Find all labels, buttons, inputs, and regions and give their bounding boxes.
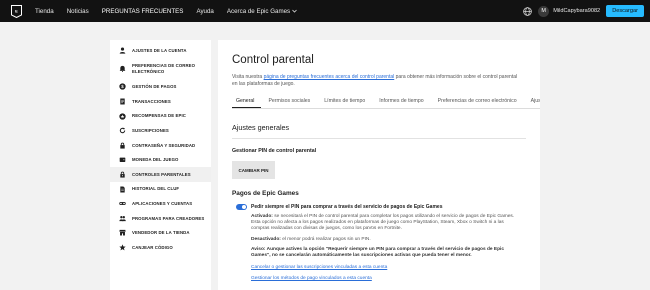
link-icon <box>118 200 126 208</box>
nav-help[interactable]: Ayuda <box>196 8 213 15</box>
activated-text: se necesitará el PIN de control parental… <box>251 214 515 232</box>
tab-bar: General Permisos sociales Límites de tie… <box>232 94 540 109</box>
receipt-icon <box>118 97 126 105</box>
sidebar-item-label: TRANSACCIONES <box>132 98 171 104</box>
sidebar-item-email-preferences[interactable]: PREFERENCIAS DE CORREO ELECTRÓNICO <box>110 58 211 80</box>
change-pin-button[interactable]: CAMBIAR PIN <box>232 161 275 179</box>
warning-text: Aunque actives la opción "Requerir siemp… <box>251 246 505 259</box>
top-navigation-bar: E Tienda Noticias PREGUNTAS FRECUENTES A… <box>0 0 650 22</box>
manage-subscriptions-link[interactable]: Cancelar o gestionar las suscripciones v… <box>251 265 540 270</box>
avatar[interactable]: M <box>538 5 550 17</box>
require-pin-toggle[interactable] <box>236 204 247 210</box>
deactivated-text: el menor podrá realizar pagos sin un PIN… <box>280 236 371 242</box>
sidebar-item-label: GESTIÓN DE PAGOS <box>132 84 177 90</box>
sidebar-item-label: AJUSTES DE LA CUENTA <box>132 47 187 53</box>
username[interactable]: MildCapybara9082 <box>553 8 600 14</box>
tab-general[interactable]: General <box>232 98 262 108</box>
require-pin-label: Pedir siempre el PIN para comprar a trav… <box>251 204 443 210</box>
nav-store[interactable]: Tienda <box>35 8 54 15</box>
nav-faq[interactable]: PREGUNTAS FRECUENTES <box>102 8 184 15</box>
deactivated-description: Desactivado: el menor podrá realizar pag… <box>251 237 523 243</box>
sidebar-item-label: APLICACIONES Y CUENTAS <box>132 200 193 206</box>
warning-label: Aviso: <box>251 246 266 252</box>
nav-news[interactable]: Noticias <box>67 8 89 15</box>
tab-settings[interactable]: Ajust <box>524 98 540 108</box>
epic-games-logo-icon[interactable]: E <box>9 4 23 18</box>
sidebar-item-game-currency[interactable]: MONEDA DEL JUEGO <box>110 153 211 168</box>
sidebar-item-transactions[interactable]: TRANSACCIONES <box>110 94 211 109</box>
sidebar-item-account-settings[interactable]: AJUSTES DE LA CUENTA <box>110 43 211 58</box>
sidebar-item-payment-management[interactable]: $ GESTIÓN DE PAGOS <box>110 80 211 95</box>
payments-title: Pagos de Epic Games <box>232 190 299 197</box>
tab-time-reports[interactable]: Informes de tiempo <box>372 98 430 108</box>
intro-before: Visita nuestra <box>232 74 264 80</box>
star-icon <box>118 243 126 251</box>
wallet-icon <box>118 156 126 164</box>
sidebar-item-label: PROGRAMAS PARA CREADORES <box>132 215 205 221</box>
manage-payment-methods-link[interactable]: Gestionar los métodos de pago vinculados… <box>251 276 540 281</box>
sidebar-item-store-seller[interactable]: VENDEDOR DE LA TIENDA <box>110 226 211 241</box>
store-icon <box>118 229 126 237</box>
warning-description: Aviso: Aunque actives la opción "Requeri… <box>251 247 523 259</box>
activated-label: Activado: <box>251 214 273 219</box>
parental-controls-panel: Control parental Visita nuestra página d… <box>218 40 540 290</box>
sidebar-item-label: MONEDA DEL JUEGO <box>132 157 179 163</box>
sidebar-item-label: VENDEDOR DE LA TIENDA <box>132 230 190 236</box>
people-icon <box>118 214 126 222</box>
tab-time-limits[interactable]: Límites de tiempo <box>317 98 372 108</box>
require-pin-row: Pedir siempre el PIN para comprar a trav… <box>232 204 540 210</box>
sidebar-item-label: CANJEAR CÓDIGO <box>132 244 173 250</box>
sidebar-item-apps-accounts[interactable]: APLICACIONES Y CUENTAS <box>110 196 211 211</box>
account-sidebar: AJUSTES DE LA CUENTA PREFERENCIAS DE COR… <box>110 40 211 290</box>
sidebar-item-eula-history[interactable]: HISTORIAL DEL CLUF <box>110 182 211 197</box>
tab-social-permissions[interactable]: Permisos sociales <box>261 98 317 108</box>
sidebar-item-epic-rewards[interactable]: RECOMPENSAS DE EPIC <box>110 109 211 124</box>
sidebar-item-label: PREFERENCIAS DE CORREO ELECTRÓNICO <box>132 63 196 74</box>
refresh-icon <box>118 127 126 135</box>
key-icon <box>118 141 126 149</box>
activated-description: Activado: se necesitará el PIN de contro… <box>251 214 523 233</box>
nav-about[interactable]: Acerca de Epic Games <box>227 8 297 15</box>
document-icon <box>118 185 126 193</box>
globe-icon[interactable] <box>522 6 532 16</box>
sidebar-item-label: CONTRASEÑA Y SEGURIDAD <box>132 142 196 148</box>
chevron-down-icon <box>292 9 297 13</box>
svg-text:E: E <box>15 8 18 13</box>
sidebar-item-subscriptions[interactable]: SUSCRIPCIONES <box>110 123 211 138</box>
lock-icon <box>118 170 126 178</box>
sidebar-item-parental-controls[interactable]: CONTROLES PARENTALES <box>110 167 211 182</box>
nav-about-label: Acerca de Epic Games <box>226 7 291 15</box>
bell-icon <box>118 65 126 73</box>
sidebar-item-redeem-code[interactable]: CANJEAR CÓDIGO <box>110 240 211 255</box>
sidebar-item-label: CONTROLES PARENTALES <box>132 171 191 177</box>
divider <box>232 138 526 139</box>
sidebar-item-label: HISTORIAL DEL CLUF <box>132 186 180 192</box>
pin-subtitle: Gestionar PIN de control parental <box>232 148 317 154</box>
faq-link[interactable]: página de preguntas frecuentes acerca de… <box>264 74 395 80</box>
intro-text: Visita nuestra página de preguntas frecu… <box>232 74 522 88</box>
section-title: Ajustes generales <box>232 123 290 132</box>
page-title: Control parental <box>232 54 314 66</box>
tab-email-preferences[interactable]: Preferencias de correo electrónico <box>431 98 524 108</box>
download-button[interactable]: Descargar <box>606 5 644 17</box>
user-icon <box>118 46 126 54</box>
sidebar-item-creator-programs[interactable]: PROGRAMAS PARA CREADORES <box>110 211 211 226</box>
star-badge-icon <box>118 112 126 120</box>
sidebar-item-password-security[interactable]: CONTRASEÑA Y SEGURIDAD <box>110 138 211 153</box>
dollar-icon: $ <box>118 83 126 91</box>
deactivated-label: Desactivado: <box>251 236 281 242</box>
sidebar-item-label: RECOMPENSAS DE EPIC <box>132 113 186 119</box>
sidebar-item-label: SUSCRIPCIONES <box>132 127 169 133</box>
